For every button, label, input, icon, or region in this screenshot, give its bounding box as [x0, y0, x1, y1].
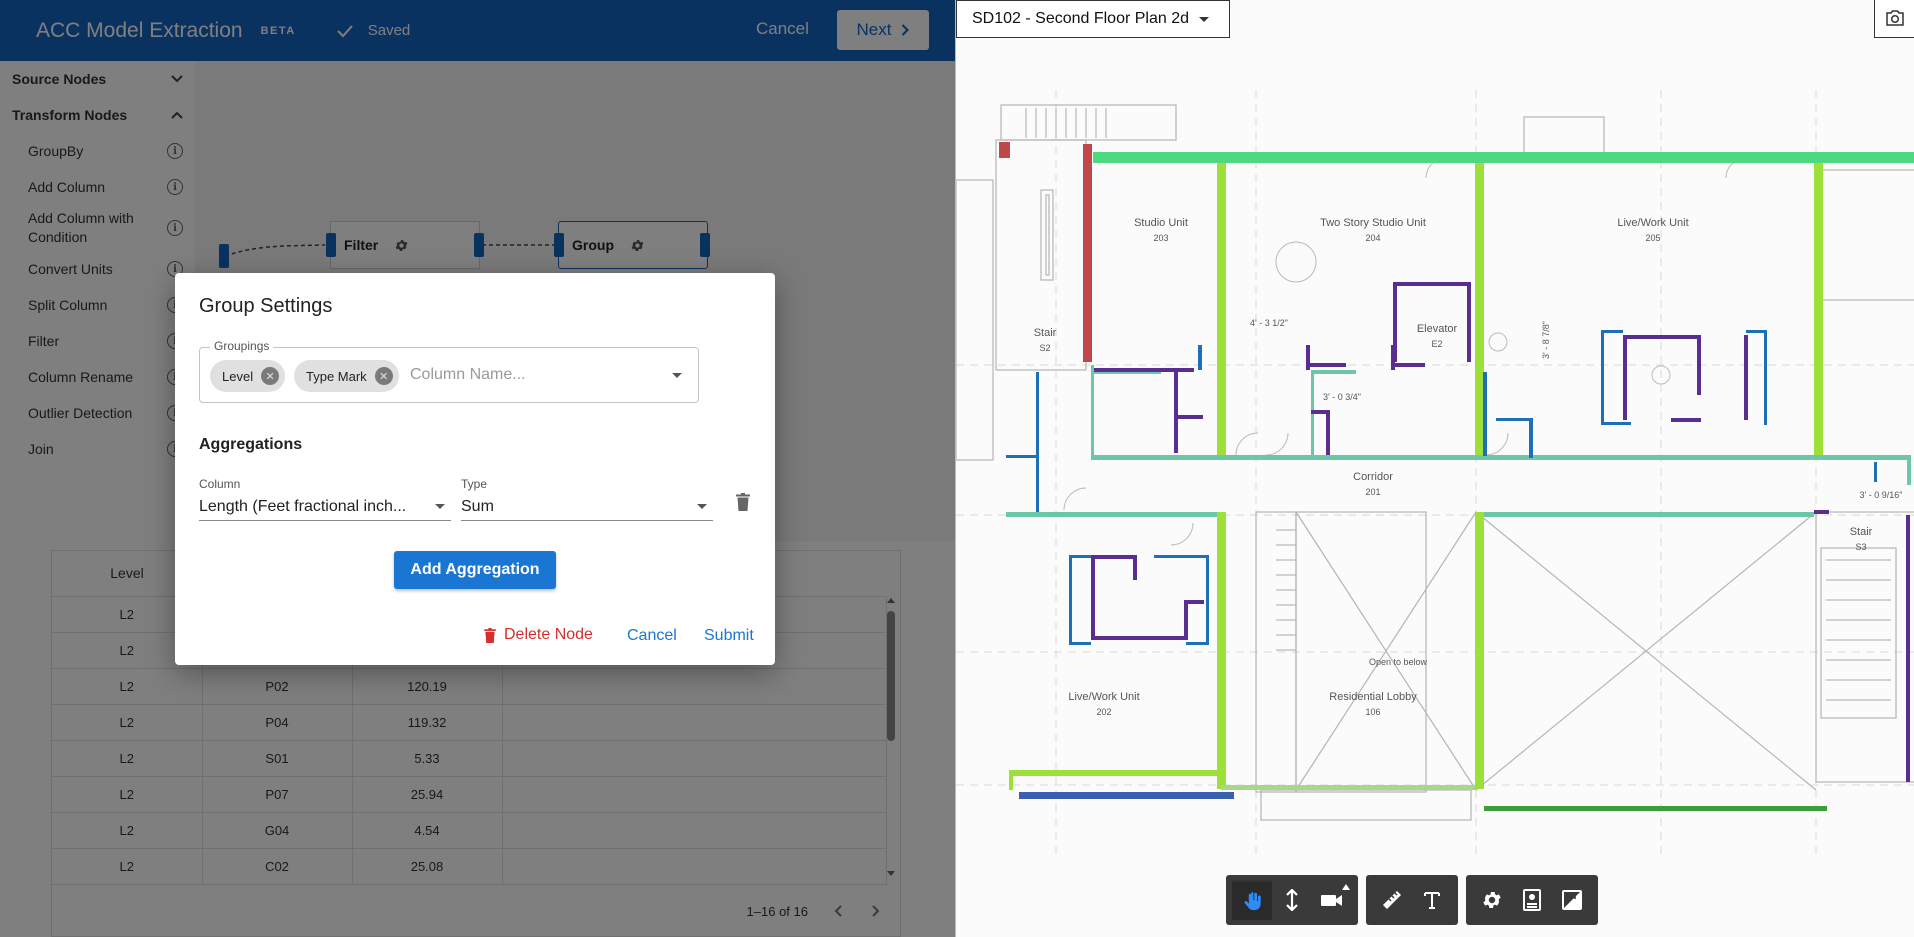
pan-icon [1244, 891, 1261, 911]
dialog-cancel-button[interactable]: Cancel [627, 627, 677, 645]
screenshot-button[interactable] [1874, 0, 1914, 38]
dimension-label: 4' - 3 1/2" [1250, 318, 1288, 328]
room-label: Stair [1850, 526, 1873, 538]
fullscreen-tool-button[interactable] [1552, 880, 1592, 920]
trash-icon[interactable] [736, 493, 750, 511]
room-label: Two Story Studio Unit [1320, 217, 1426, 229]
column-select[interactable]: Length (Feet fractional inch... [199, 493, 451, 521]
room-number: 204 [1365, 233, 1380, 243]
groupings-label: Groupings [210, 339, 274, 353]
group-settings-dialog: Group Settings Groupings Level ✕ Type Ma… [175, 273, 775, 665]
dropdown-arrow-icon [697, 504, 707, 509]
viewer-toolbar [1226, 875, 1598, 925]
settings-icon [1483, 892, 1501, 908]
view-tools [1466, 875, 1598, 925]
delete-node-label: Delete Node [504, 626, 593, 643]
annotation-open-to-below: Open to below [1369, 657, 1428, 667]
properties-icon [1523, 889, 1541, 911]
zoom-icon [1286, 889, 1298, 911]
trash-icon [484, 627, 496, 643]
text-icon [1424, 892, 1440, 909]
sheet-name: SD102 - Second Floor Plan 2d [972, 10, 1190, 27]
room-number: S2 [1039, 343, 1050, 353]
properties-tool-button[interactable] [1512, 880, 1552, 920]
dialog-submit-button[interactable]: Submit [704, 627, 754, 645]
room-number: 205 [1645, 233, 1660, 243]
room-label: Residential Lobby [1329, 691, 1417, 703]
dimension-label: 3' - 0 9/16" [1860, 490, 1903, 500]
model-extraction-app: ACC Model Extraction BETA Saved Cancel N… [0, 0, 955, 937]
zoom-tool-button[interactable] [1272, 880, 1312, 920]
room-number: S3 [1855, 542, 1866, 552]
chip-type-mark: Type Mark ✕ [294, 360, 399, 392]
remove-chip-icon[interactable]: ✕ [374, 367, 393, 385]
dimension-label: 3' - 8 7/8" [1541, 321, 1551, 359]
type-select[interactable]: Sum [461, 493, 713, 521]
camera-tool-button[interactable] [1312, 880, 1352, 920]
room-label: Elevator [1417, 323, 1458, 335]
dimension-label: 3' - 0 3/4" [1323, 392, 1361, 402]
dropdown-arrow-icon [1199, 16, 1210, 22]
aggregations-heading: Aggregations [199, 436, 303, 453]
chip-level: Level ✕ [210, 360, 286, 392]
settings-tool-button[interactable] [1472, 880, 1512, 920]
fullscreen-icon [1562, 890, 1582, 910]
expand-arrow-icon [1342, 884, 1350, 890]
room-label: Live/Work Unit [1068, 691, 1139, 703]
sheet-selector[interactable]: SD102 - Second Floor Plan 2d [956, 0, 1230, 38]
room-number: E2 [1431, 339, 1442, 349]
room-number: 106 [1365, 707, 1380, 717]
room-label: Stair [1034, 327, 1057, 339]
camera-icon [1321, 895, 1342, 906]
chip-label: Level [222, 368, 254, 384]
dialog-title: Group Settings [199, 295, 333, 317]
chip-label: Type Mark [306, 368, 367, 384]
floor-plan[interactable]: Studio Unit 203 Two Story Studio Unit 20… [956, 0, 1914, 937]
markup-tools [1366, 875, 1458, 925]
column-select-value: Length (Feet fractional inch... [199, 497, 407, 515]
add-aggregation-button[interactable]: Add Aggregation [394, 551, 556, 589]
navigation-tools [1226, 875, 1358, 925]
room-label: Studio Unit [1134, 217, 1188, 229]
measure-tool-button[interactable] [1372, 880, 1412, 920]
drawing-viewer[interactable]: SD102 - Second Floor Plan 2d Studio Unit… [955, 0, 1914, 937]
room-number: 201 [1365, 487, 1380, 497]
dropdown-arrow-icon[interactable] [672, 373, 682, 378]
groupings-field[interactable]: Groupings Level ✕ Type Mark ✕ [199, 339, 699, 403]
room-label: Corridor [1353, 471, 1393, 483]
pan-tool-button[interactable] [1232, 880, 1272, 920]
column-label: Column [199, 477, 241, 491]
remove-chip-icon[interactable]: ✕ [261, 367, 280, 385]
dropdown-arrow-icon [435, 504, 445, 509]
room-number: 202 [1096, 707, 1111, 717]
delete-node-button[interactable]: Delete Node [484, 626, 593, 644]
text-tool-button[interactable] [1412, 880, 1452, 920]
type-label: Type [461, 477, 488, 491]
column-name-input[interactable] [410, 363, 640, 387]
camera-icon [1886, 10, 1904, 26]
room-label: Live/Work Unit [1617, 217, 1688, 229]
measure-icon [1383, 891, 1401, 909]
type-select-value: Sum [461, 497, 494, 515]
room-number: 203 [1153, 233, 1168, 243]
